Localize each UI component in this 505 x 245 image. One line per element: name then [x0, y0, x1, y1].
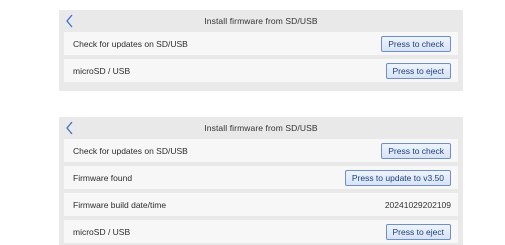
row-firmware-found: Firmware found Press to update to v3.50: [64, 166, 458, 189]
row-label: microSD / USB: [73, 226, 131, 237]
chevron-left-icon: [66, 121, 73, 135]
row-storage: microSD / USB Press to eject: [64, 59, 458, 82]
screen-title: Install firmware from SD/USB: [204, 16, 318, 26]
firmware-panel-initial: Install firmware from SD/USB Check for u…: [59, 10, 463, 91]
eject-button[interactable]: Press to eject: [385, 62, 451, 79]
check-updates-button[interactable]: Press to check: [381, 35, 451, 52]
row-storage: microSD / USB Press to eject: [64, 220, 458, 243]
back-button[interactable]: [63, 12, 77, 30]
row-label: Check for updates on SD/USB: [73, 145, 188, 156]
eject-button[interactable]: Press to eject: [385, 223, 451, 240]
firmware-panel-found: Install firmware from SD/USB Check for u…: [59, 117, 463, 245]
build-date-value: 20241029202109: [384, 199, 451, 210]
chevron-left-icon: [66, 14, 73, 28]
row-label: microSD / USB: [73, 65, 131, 76]
check-updates-button[interactable]: Press to check: [381, 142, 451, 159]
row-label: Check for updates on SD/USB: [73, 38, 188, 49]
screen-title: Install firmware from SD/USB: [204, 123, 318, 133]
title-bar: Install firmware from SD/USB: [59, 10, 463, 32]
update-firmware-button[interactable]: Press to update to v3.50: [344, 169, 451, 186]
back-button[interactable]: [63, 119, 77, 137]
row-build-date: Firmware build date/time 20241029202109: [64, 193, 458, 216]
row-check-updates: Check for updates on SD/USB Press to che…: [64, 32, 458, 55]
row-label: Firmware found: [73, 172, 133, 183]
row-check-updates: Check for updates on SD/USB Press to che…: [64, 139, 458, 162]
row-label: Firmware build date/time: [73, 199, 167, 210]
title-bar: Install firmware from SD/USB: [59, 117, 463, 139]
